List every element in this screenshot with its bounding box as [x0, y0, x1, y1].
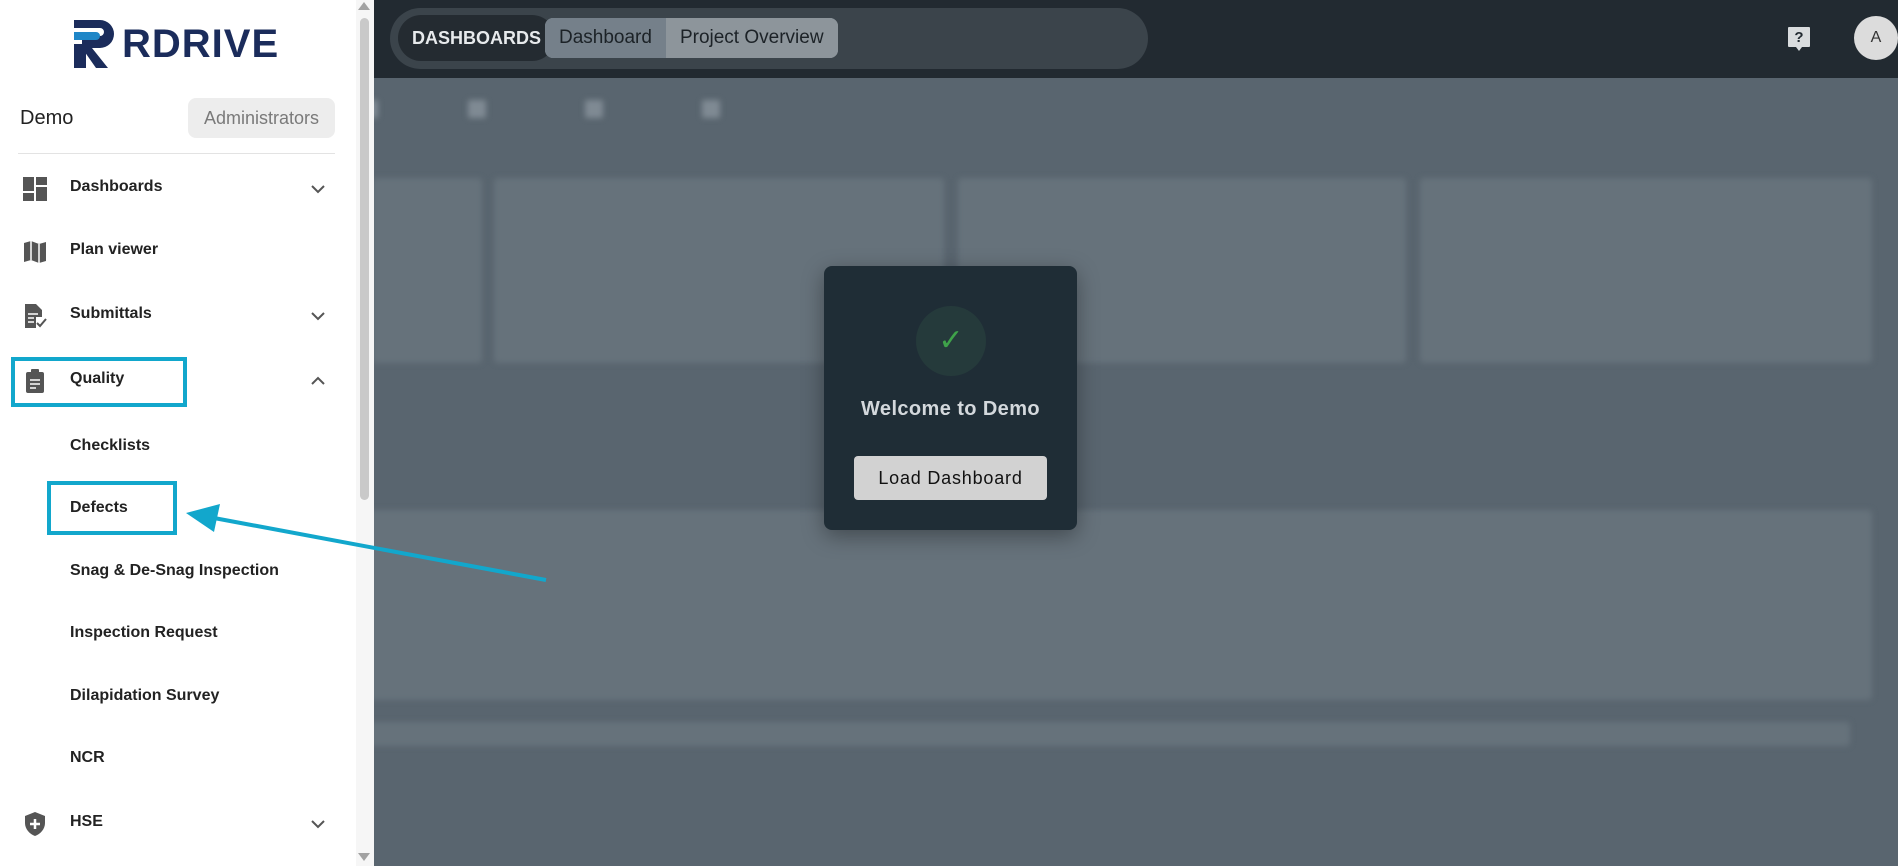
help-icon[interactable]: ? [1786, 25, 1812, 53]
sidebar-subitem-label: Inspection Request [70, 624, 218, 641]
sidebar-subitem-label: Checklists [70, 437, 151, 454]
welcome-modal: ✓ Welcome to Demo Load Dashboard [824, 266, 1077, 530]
sidebar-item-hse[interactable]: HSE [0, 798, 345, 848]
defects-highlight-box [47, 481, 177, 535]
sidebar-item-label: Dashboards [70, 178, 163, 195]
load-dashboard-button[interactable]: Load Dashboard [854, 456, 1047, 500]
user-avatar[interactable]: A [1854, 16, 1898, 60]
sidebar-item-label: Submittals [70, 305, 152, 322]
dashboard-icon [23, 177, 47, 201]
dashboard-tabs: Dashboard Project Overview [545, 18, 838, 58]
chevron-down-icon[interactable] [308, 306, 328, 326]
tab-project-overview[interactable]: Project Overview [665, 18, 838, 58]
sidebar-subitem-ncr[interactable]: NCR [0, 735, 345, 781]
chevron-down-icon[interactable] [308, 814, 328, 834]
check-icon: ✓ [916, 306, 986, 376]
map-icon [24, 241, 46, 263]
blurred-card [1420, 178, 1872, 363]
sidebar-subitem-label: Dilapidation Survey [70, 687, 220, 704]
divider [18, 153, 335, 154]
scroll-up-icon[interactable] [358, 2, 370, 10]
sidebar-subitem-label: NCR [70, 749, 105, 766]
sidebar-item-dashboards[interactable]: Dashboards [0, 163, 345, 213]
sidebar-subitem-label: Snag & De-Snag Inspection [70, 562, 279, 579]
blurred-panel [360, 510, 1872, 700]
sidebar-item-label: Plan viewer [70, 241, 159, 258]
sidebar-subitem-snag-inspection[interactable]: Snag & De-Snag Inspection [0, 548, 345, 594]
blurred-nav-item [468, 100, 541, 120]
document-check-icon [25, 304, 47, 328]
scroll-down-icon[interactable] [358, 853, 370, 861]
sidebar-item-submittals[interactable]: Submittals [0, 290, 345, 340]
logo-mark-icon [74, 20, 114, 68]
dashboards-section-label[interactable]: DASHBOARDS [398, 15, 556, 61]
sidebar-subitem-dilapidation-survey[interactable]: Dilapidation Survey [0, 673, 345, 719]
quality-highlight-box [11, 357, 187, 407]
blurred-subnav [360, 100, 757, 120]
modal-title: Welcome to Demo [861, 398, 1040, 420]
role-chip[interactable]: Administrators [187, 98, 335, 138]
logo: RDRIVE [70, 12, 279, 76]
chevron-down-icon[interactable] [308, 179, 328, 199]
shield-plus-icon [25, 812, 45, 836]
blurred-bar [360, 722, 1850, 746]
svg-text:?: ? [1794, 29, 1803, 46]
dashboard-nav-pill: DASHBOARDS Dashboard Project Overview [390, 8, 1148, 69]
sidebar-item-plan-viewer[interactable]: Plan viewer [0, 226, 345, 276]
chevron-up-icon[interactable] [308, 371, 328, 391]
blurred-card [372, 178, 482, 363]
sidebar-subitem-checklists[interactable]: Checklists [0, 423, 345, 469]
org-name: Demo [20, 107, 74, 129]
org-row: Demo Administrators [20, 98, 335, 138]
sidebar-item-label: HSE [70, 813, 103, 830]
blurred-nav-item [702, 100, 756, 120]
blurred-nav-item [585, 100, 658, 120]
tab-dashboard[interactable]: Dashboard [545, 18, 666, 58]
logo-text: RDRIVE [122, 21, 280, 66]
sidebar-scrollbar-thumb[interactable] [360, 18, 369, 500]
sidebar-subitem-inspection-request[interactable]: Inspection Request [0, 610, 345, 656]
sidebar: RDRIVE Demo Administrators Dashboards Pl… [0, 0, 374, 866]
